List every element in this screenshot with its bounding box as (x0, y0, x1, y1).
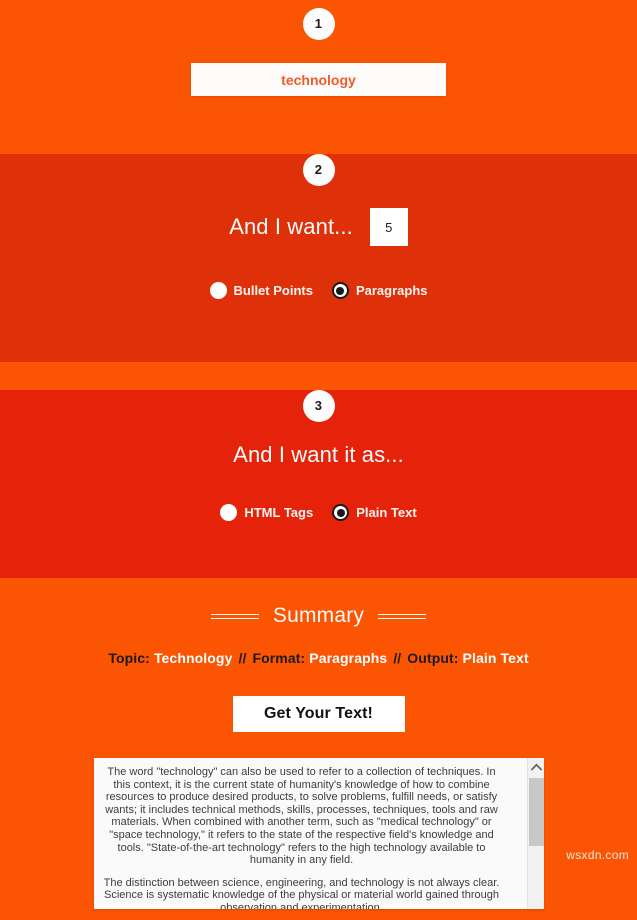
step-3-headline: And I want it as... (233, 442, 404, 467)
summary-title: Summary (272, 604, 365, 627)
topic-input[interactable] (191, 63, 446, 96)
summary-separator-1: // (238, 650, 247, 666)
radio-option-bullet-points[interactable]: Bullet Points (209, 282, 313, 299)
app-root: 1 2 And I want... Bullet Points Paragrap… (0, 8, 637, 920)
step-2-badge: 2 (302, 154, 335, 186)
radio-indicator-bullet-points[interactable] (209, 282, 227, 299)
output-radio-group: HTML Tags Plain Text (0, 504, 637, 521)
output-textarea[interactable]: The word "technology" can also be used t… (93, 758, 544, 909)
radio-indicator-html-tags[interactable] (220, 504, 238, 521)
cta-wrap: Get Your Text! (0, 696, 637, 732)
summary-details: Topic: Technology // Format: Paragraphs … (0, 650, 637, 666)
radio-option-html-tags[interactable]: HTML Tags (220, 504, 313, 521)
step-3-badge: 3 (302, 390, 335, 422)
summary-heading: Summary (0, 578, 637, 628)
output-wrap: The word "technology" can also be used t… (0, 758, 637, 909)
step-3-section: 3 And I want it as... HTML Tags Plain Te… (0, 390, 637, 578)
get-your-text-button[interactable]: Get Your Text! (232, 696, 405, 732)
output-paragraph-1: The word "technology" can also be used t… (105, 766, 498, 867)
summary-format-value: Paragraphs (309, 650, 388, 666)
radio-indicator-plain-text[interactable] (332, 504, 350, 521)
divider-line-right-icon (378, 613, 427, 620)
radio-label-paragraphs: Paragraphs (355, 283, 428, 298)
radio-indicator-paragraphs[interactable] (331, 282, 349, 299)
scroll-up-arrow-icon[interactable] (527, 758, 544, 775)
step-2-section: 2 And I want... Bullet Points Paragraphs (0, 154, 637, 362)
radio-option-paragraphs[interactable]: Paragraphs (331, 282, 428, 299)
summary-separator-2: // (393, 650, 402, 666)
output-text-content: The word "technology" can also be used t… (94, 758, 526, 909)
summary-output-label: Output: (407, 650, 459, 666)
scrollbar-thumb[interactable] (528, 778, 544, 846)
radio-option-plain-text[interactable]: Plain Text (332, 504, 417, 521)
summary-format-label: Format: (252, 650, 306, 666)
format-radio-group: Bullet Points Paragraphs (0, 282, 637, 299)
summary-topic-value: Technology (153, 650, 233, 666)
topic-input-wrap (0, 63, 637, 96)
step-1-section: 1 (0, 8, 637, 130)
radio-label-plain-text: Plain Text (356, 505, 417, 520)
output-paragraph-2: The distinction between science, enginee… (103, 876, 500, 909)
step-2-headline: And I want... (229, 214, 353, 239)
summary-topic-label: Topic: (108, 650, 150, 666)
radio-label-html-tags: HTML Tags (244, 505, 314, 520)
divider-line-left-icon (210, 613, 259, 620)
count-input[interactable] (369, 208, 408, 246)
output-scrollbar[interactable] (526, 758, 544, 909)
summary-section: Summary Topic: Technology // Format: Par… (0, 578, 637, 920)
summary-output-value: Plain Text (462, 650, 529, 666)
step-2-headline-row: And I want... (0, 208, 637, 246)
step-1-badge: 1 (302, 8, 335, 40)
radio-label-bullet-points: Bullet Points (233, 283, 313, 298)
